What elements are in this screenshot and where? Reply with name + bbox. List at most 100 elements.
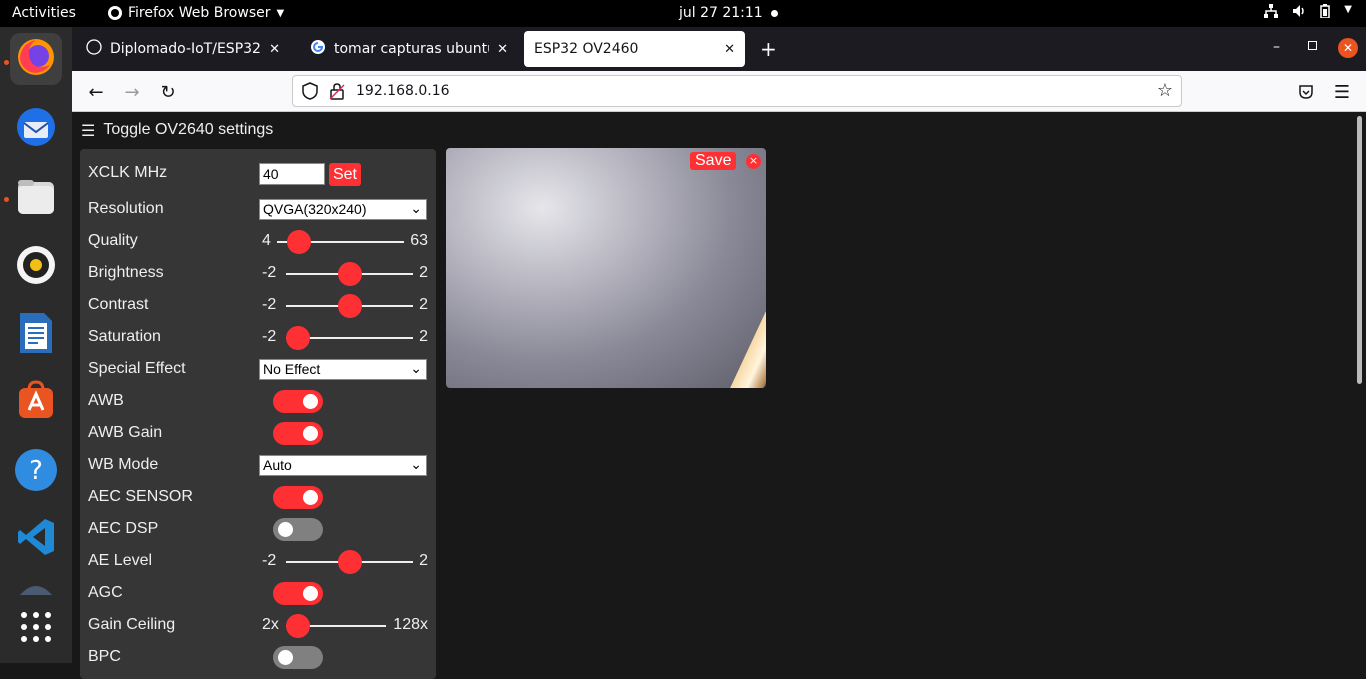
awb-toggle[interactable] <box>273 390 323 413</box>
close-window-icon[interactable]: ✕ <box>1338 38 1358 58</box>
agc-label: AGC <box>88 584 123 601</box>
slider-min-label: -2 <box>262 552 277 569</box>
close-tab-icon[interactable]: ✕ <box>724 42 735 57</box>
hamburger-menu-icon[interactable]: ☰ <box>1330 80 1354 104</box>
chevron-down-icon: ⌄ <box>410 360 422 376</box>
page-scrollbar[interactable] <box>1357 116 1362 384</box>
wb-mode-value: Auto <box>263 457 292 473</box>
toggle-settings-link[interactable]: ☰ Toggle OV2640 settings <box>81 121 273 141</box>
new-tab-icon[interactable]: + <box>760 37 777 61</box>
aec-dsp-toggle[interactable] <box>273 518 323 541</box>
bookmark-star-icon[interactable]: ☆ <box>1157 80 1173 101</box>
caret-down-icon: ▼ <box>276 7 285 19</box>
tab-google[interactable]: tomar capturas ubuntu - ✕ <box>300 31 518 67</box>
firefox-window: Diplomado-IoT/ESP32CAM ✕ tomar capturas … <box>72 27 1366 679</box>
tab-label: ESP32 OV2460 <box>534 41 639 57</box>
slider-thumb[interactable] <box>337 262 362 286</box>
ae-level-slider[interactable]: -2 2 <box>262 549 428 575</box>
resolution-select[interactable]: QVGA(320x240) ⌄ <box>259 199 427 220</box>
slider-max-label: 2 <box>419 552 428 569</box>
maximize-icon[interactable] <box>1308 41 1317 50</box>
dock-files[interactable] <box>10 173 62 225</box>
dock-show-applications[interactable] <box>10 603 62 655</box>
xclk-input[interactable]: 40 <box>259 163 325 185</box>
wb-mode-select[interactable]: Auto ⌄ <box>259 455 427 476</box>
resolution-value: QVGA(320x240) <box>263 201 367 217</box>
url-text[interactable]: 192.168.0.16 <box>356 83 450 99</box>
dock-help[interactable]: ? <box>10 446 62 498</box>
contrast-slider[interactable]: -2 2 <box>262 293 428 319</box>
dock-partial-app[interactable] <box>10 579 62 599</box>
bpc-toggle[interactable] <box>273 646 323 669</box>
dock-thunderbird[interactable] <box>10 103 62 155</box>
stream-light-streak <box>726 296 766 388</box>
agc-toggle[interactable] <box>273 582 323 605</box>
slider-min-label: -2 <box>262 264 277 281</box>
ae-level-row: AE Level -2 2 <box>88 549 428 575</box>
slider-min-label: -2 <box>262 328 277 345</box>
show-apps-icon <box>19 610 53 648</box>
saturation-label: Saturation <box>88 328 161 345</box>
writer-icon <box>18 311 54 359</box>
awb-gain-row: AWB Gain <box>88 421 428 447</box>
insecure-lock-icon[interactable] <box>329 82 345 104</box>
slider-thumb[interactable] <box>337 294 362 318</box>
app-menu[interactable]: Firefox Web Browser ▼ <box>108 5 284 21</box>
camera-stream-image: Save × <box>446 148 766 388</box>
bpc-label: BPC <box>88 648 121 665</box>
slider-max-label: 128x <box>393 616 428 633</box>
software-icon <box>15 378 57 424</box>
pocket-icon[interactable] <box>1294 80 1318 104</box>
tab-esp32[interactable]: ESP32 OV2460 ✕ <box>524 31 745 67</box>
gain-ceiling-slider[interactable]: 2x 128x <box>262 613 428 639</box>
url-bar[interactable]: 192.168.0.16 ☆ <box>292 75 1182 107</box>
awb-gain-toggle[interactable] <box>273 422 323 445</box>
system-tray[interactable]: ▼ <box>1264 4 1352 22</box>
chevron-down-icon: ⌄ <box>410 200 422 216</box>
gain-ceiling-row: Gain Ceiling 2x 128x <box>88 613 428 639</box>
quality-slider[interactable]: 4 63 <box>262 229 428 255</box>
files-icon <box>16 178 56 220</box>
resolution-label: Resolution <box>88 200 164 217</box>
slider-thumb[interactable] <box>287 230 312 254</box>
tab-github[interactable]: Diplomado-IoT/ESP32CAM ✕ <box>76 31 290 67</box>
minimize-icon[interactable]: – <box>1273 39 1280 55</box>
close-stream-icon[interactable]: × <box>746 154 761 169</box>
saturation-row: Saturation -2 2 <box>88 325 428 351</box>
forward-icon[interactable]: → <box>120 80 144 104</box>
close-tab-icon[interactable]: ✕ <box>269 42 280 57</box>
dock-libreoffice-writer[interactable] <box>10 309 62 361</box>
back-icon[interactable]: ← <box>84 80 108 104</box>
reload-icon[interactable]: ↻ <box>156 80 180 104</box>
slider-thumb[interactable] <box>286 614 310 638</box>
saturation-slider[interactable]: -2 2 <box>262 325 428 351</box>
slider-max-label: 2 <box>419 296 428 313</box>
dock-ubuntu-software[interactable] <box>10 375 62 427</box>
xclk-set-button[interactable]: Set <box>329 163 361 186</box>
clock[interactable]: jul 27 21:11 <box>679 5 763 21</box>
gain-ceiling-label: Gain Ceiling <box>88 616 176 633</box>
brightness-slider[interactable]: -2 2 <box>262 261 428 287</box>
aec-sensor-toggle[interactable] <box>273 486 323 509</box>
special-effect-select[interactable]: No Effect ⌄ <box>259 359 427 380</box>
gnome-top-bar: Activities Firefox Web Browser ▼ jul 27 … <box>0 0 1366 27</box>
slider-thumb[interactable] <box>337 550 362 574</box>
google-icon <box>310 39 326 59</box>
ae-level-label: AE Level <box>88 552 153 569</box>
slider-thumb[interactable] <box>286 326 310 350</box>
dock-firefox[interactable] <box>10 33 62 85</box>
special-effect-label: Special Effect <box>88 360 186 377</box>
awb-gain-label: AWB Gain <box>88 424 163 441</box>
dock-rhythmbox[interactable] <box>10 241 62 293</box>
dock-vscode[interactable] <box>10 513 62 565</box>
close-tab-icon[interactable]: ✕ <box>497 42 508 57</box>
bpc-row: BPC <box>88 645 428 671</box>
thunderbird-icon <box>15 106 57 152</box>
tracking-shield-icon[interactable] <box>302 82 318 104</box>
firefox-icon <box>16 37 56 81</box>
toggle-knob <box>303 394 318 409</box>
menu-icon: ☰ <box>81 123 96 140</box>
save-button[interactable]: Save <box>690 152 737 170</box>
slider-min-label: -2 <box>262 296 277 313</box>
activities-button[interactable]: Activities <box>12 5 76 21</box>
